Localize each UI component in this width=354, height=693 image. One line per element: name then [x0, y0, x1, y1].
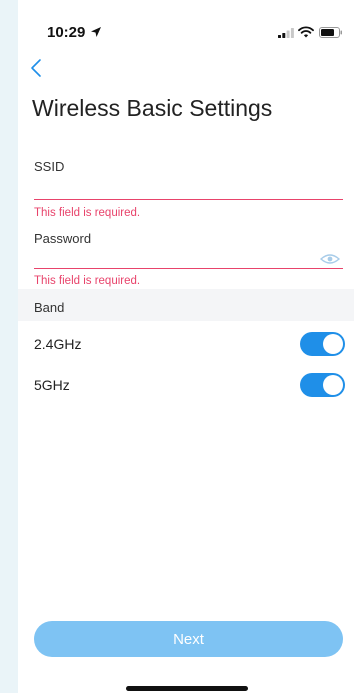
next-button[interactable]: Next: [34, 621, 343, 657]
status-bar: 10:29: [18, 0, 354, 46]
status-time: 10:29: [47, 24, 86, 41]
band-label-5ghz: 5GHz: [34, 377, 70, 393]
ssid-label: SSID: [34, 159, 65, 174]
password-error: This field is required.: [34, 275, 141, 287]
toggle-2-4ghz[interactable]: [300, 332, 345, 356]
back-button[interactable]: [28, 56, 50, 80]
band-row-5ghz: 5GHz: [18, 362, 354, 408]
band-row-2-4ghz: 2.4GHz: [18, 321, 354, 367]
toggle-5ghz[interactable]: [300, 373, 345, 397]
wifi-icon: [298, 26, 314, 38]
toggle-knob: [323, 334, 343, 354]
eye-icon[interactable]: [320, 253, 340, 265]
ssid-error: This field is required.: [34, 207, 141, 219]
toggle-knob: [323, 375, 343, 395]
back-chevron-icon: [31, 59, 41, 77]
ssid-input[interactable]: [34, 174, 343, 200]
home-indicator: [126, 686, 248, 691]
battery-icon: [319, 27, 342, 38]
band-label-2-4ghz: 2.4GHz: [34, 336, 82, 352]
band-header-label: Band: [34, 300, 65, 315]
band-section-header: Band: [18, 289, 354, 321]
location-arrow-icon: [91, 27, 101, 37]
phone-screen: 10:29 Wireless Basic Settings SSID This …: [18, 0, 354, 693]
signal-icon: [278, 28, 294, 38]
password-input[interactable]: [34, 243, 343, 269]
page-title: Wireless Basic Settings: [32, 95, 273, 121]
